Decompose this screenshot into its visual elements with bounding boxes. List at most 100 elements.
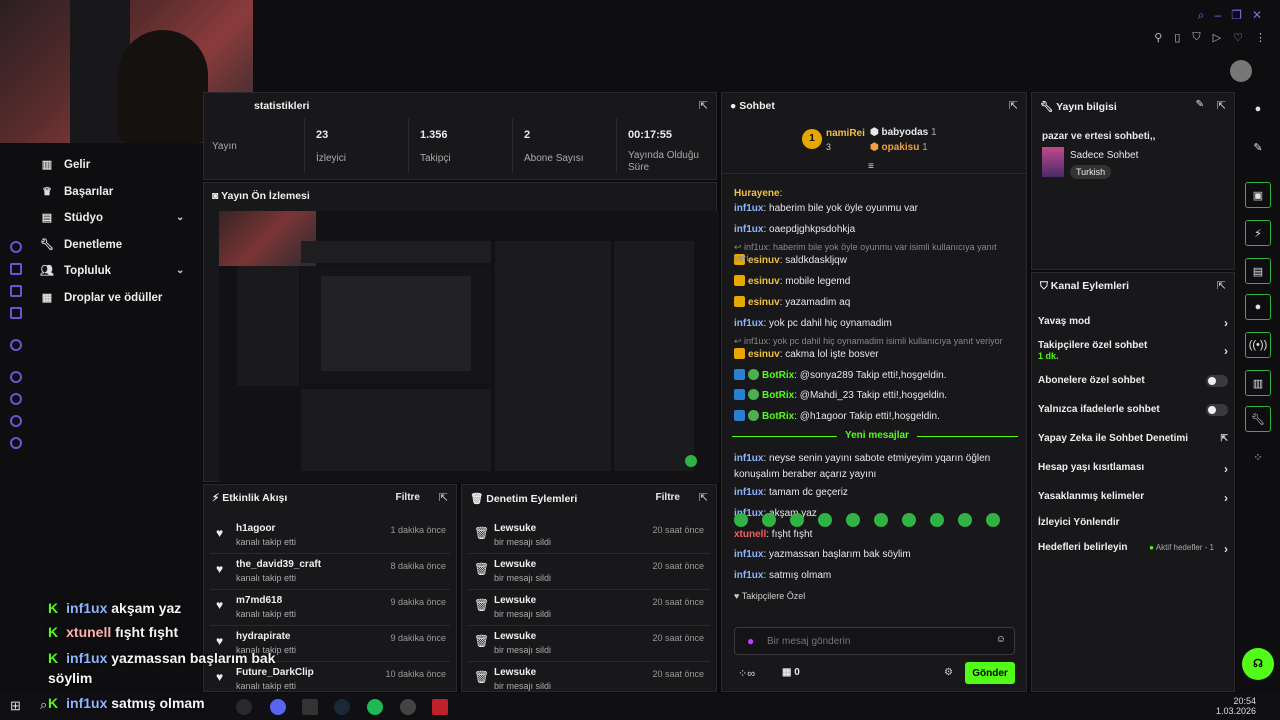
ai-moderation-row[interactable]: Yapay Zeka ile Sohbet Denetimi ⇱: [1038, 433, 1228, 444]
chat-username[interactable]: inf1ux: [734, 453, 763, 464]
goals-row[interactable]: Hedefleri belirleyin ● Aktif hedefler - 1…: [1038, 542, 1228, 556]
emote-only-row[interactable]: Yalnızca ifadelerle sohbet: [1038, 404, 1228, 416]
steam-icon[interactable]: [334, 699, 350, 715]
chat-username[interactable]: inf1ux: [734, 224, 763, 235]
sidebar-item-basarilar[interactable]: ♛ Başarılar: [40, 185, 113, 199]
account-age-row[interactable]: Hesap yaşı kısıtlaması ›: [1038, 462, 1228, 476]
list-item-name[interactable]: Lewsuke: [494, 631, 536, 642]
discord-icon[interactable]: [270, 699, 286, 715]
emote-icon[interactable]: [958, 513, 972, 527]
opera-icon[interactable]: [432, 699, 448, 715]
emote-icon[interactable]: [902, 513, 916, 527]
emote-icon[interactable]: [734, 513, 748, 527]
heart-icon[interactable]: ♡: [1233, 31, 1243, 44]
help-icon[interactable]: ☊: [1242, 648, 1274, 680]
stream-preview[interactable]: [219, 211, 719, 483]
external-link-icon[interactable]: ⇱: [699, 99, 708, 112]
restore-icon[interactable]: ❐: [1231, 8, 1242, 23]
document-icon[interactable]: ▤: [1245, 258, 1271, 284]
pencil-icon[interactable]: ✎: [1245, 134, 1271, 160]
edit-icon[interactable]: ✎: [1196, 99, 1204, 110]
chat-icon[interactable]: ●: [1245, 294, 1271, 320]
points-icon[interactable]: ⁘: [1245, 444, 1271, 470]
emote-icon[interactable]: [762, 513, 776, 527]
external-link-icon[interactable]: ⇱: [1217, 99, 1226, 112]
epic-icon[interactable]: [302, 699, 318, 715]
subscribers-only-row[interactable]: Abonelere özel sohbet: [1038, 375, 1228, 387]
send-button[interactable]: Gönder: [965, 662, 1015, 684]
list-item-name[interactable]: Lewsuke: [494, 595, 536, 606]
minimize-icon[interactable]: –: [1214, 8, 1221, 23]
chat-username[interactable]: BotRix: [762, 411, 794, 422]
chat-username[interactable]: inf1ux: [734, 203, 763, 214]
list-item-name[interactable]: h1agoor: [236, 523, 275, 534]
obs-icon[interactable]: [400, 699, 416, 715]
mic-icon[interactable]: ●: [747, 634, 754, 648]
list-item-name[interactable]: Lewsuke: [494, 667, 536, 678]
rail-icon-3[interactable]: [10, 285, 22, 297]
emoji-icon[interactable]: ☺: [996, 634, 1006, 645]
list-item-name[interactable]: m7md618: [236, 595, 282, 606]
close-icon[interactable]: ✕: [1252, 8, 1262, 23]
info-icon[interactable]: ●: [1245, 96, 1271, 122]
language-tag[interactable]: Turkish: [1070, 165, 1112, 179]
app-icon[interactable]: [236, 699, 252, 715]
subscribers-only-toggle[interactable]: [1206, 375, 1228, 387]
rail-icon-4[interactable]: [10, 307, 22, 319]
screen-icon[interactable]: ▣: [1245, 182, 1271, 208]
followers-only-row[interactable]: Takipçilere özel sohbet 1 dk. ›: [1038, 340, 1228, 361]
emote-icon[interactable]: [930, 513, 944, 527]
play-icon[interactable]: ▷: [1213, 31, 1221, 44]
emote-icon[interactable]: [790, 513, 804, 527]
mod-icon[interactable]: ▥: [1245, 370, 1271, 396]
rail-icon-8[interactable]: [10, 415, 22, 427]
sidebar-item-gelir[interactable]: ▥ Gelir: [40, 158, 90, 172]
chat-username[interactable]: inf1ux: [734, 318, 763, 329]
sidebar-item-topluluk[interactable]: 👥︎ Topluluk ⌄: [40, 264, 190, 278]
filter-button[interactable]: Filtre: [396, 492, 420, 503]
external-link-icon[interactable]: ⇱: [699, 491, 708, 504]
sidebar-item-droplar[interactable]: ▦ Droplar ve ödüller: [40, 291, 163, 305]
chat-username[interactable]: BotRix: [762, 390, 794, 401]
avatar[interactable]: [1230, 60, 1252, 82]
menu-icon[interactable]: ⋮: [1255, 31, 1266, 44]
wrench-icon[interactable]: 🔧︎: [1245, 406, 1271, 432]
raid-row[interactable]: İzleyici Yönlendir: [1038, 517, 1228, 528]
slow-mode-row[interactable]: Yavaş mod ›: [1038, 316, 1228, 330]
rail-icon-1[interactable]: [10, 241, 22, 253]
gear-icon[interactable]: ⚙: [944, 667, 953, 678]
category-name[interactable]: Sadece Sohbet: [1070, 150, 1138, 161]
emote-icon[interactable]: [818, 513, 832, 527]
points-icon[interactable]: ⁘∞: [738, 667, 755, 680]
chat-input[interactable]: [767, 633, 987, 649]
sidebar-item-studyo[interactable]: ▤ Stüdyo ⌄: [40, 211, 190, 225]
banned-words-row[interactable]: Yasaklanmış kelimeler ›: [1038, 491, 1228, 505]
rail-icon-7[interactable]: [10, 393, 22, 405]
list-item-name[interactable]: the_david39_craft: [236, 559, 321, 570]
shield-icon[interactable]: ⛉: [1192, 31, 1200, 44]
chat-username[interactable]: xtunell: [734, 529, 766, 540]
rail-icon-9[interactable]: [10, 437, 22, 449]
external-link-icon[interactable]: ⇱: [1217, 279, 1226, 292]
emote-only-toggle[interactable]: [1206, 404, 1228, 416]
rail-icon-2[interactable]: [10, 263, 22, 275]
chat-input-box[interactable]: ● ☺: [734, 627, 1015, 655]
list-item-name[interactable]: Lewsuke: [494, 559, 536, 570]
sidebar-item-denetleme[interactable]: 🔧︎ Denetleme: [40, 238, 122, 252]
chat-username[interactable]: Hurayene: [734, 188, 780, 199]
spotify-icon[interactable]: [367, 699, 383, 715]
windows-icon[interactable]: ⊞: [10, 698, 21, 714]
emote-icon[interactable]: [986, 513, 1000, 527]
chat-username[interactable]: esinuv: [748, 276, 780, 287]
chat-username[interactable]: BotRix: [762, 370, 794, 381]
emote-icon[interactable]: [846, 513, 860, 527]
rail-icon-6[interactable]: [10, 371, 22, 383]
list-item-name[interactable]: Lewsuke: [494, 523, 536, 534]
rail-icon-5[interactable]: [10, 339, 22, 351]
external-link-icon[interactable]: ⇱: [439, 491, 448, 504]
chat-username[interactable]: esinuv: [748, 349, 780, 360]
category-thumbnail[interactable]: [1042, 147, 1064, 177]
chat-username[interactable]: inf1ux: [734, 549, 763, 560]
broadcast-icon[interactable]: ((•)): [1245, 332, 1271, 358]
emote-icon[interactable]: [874, 513, 888, 527]
